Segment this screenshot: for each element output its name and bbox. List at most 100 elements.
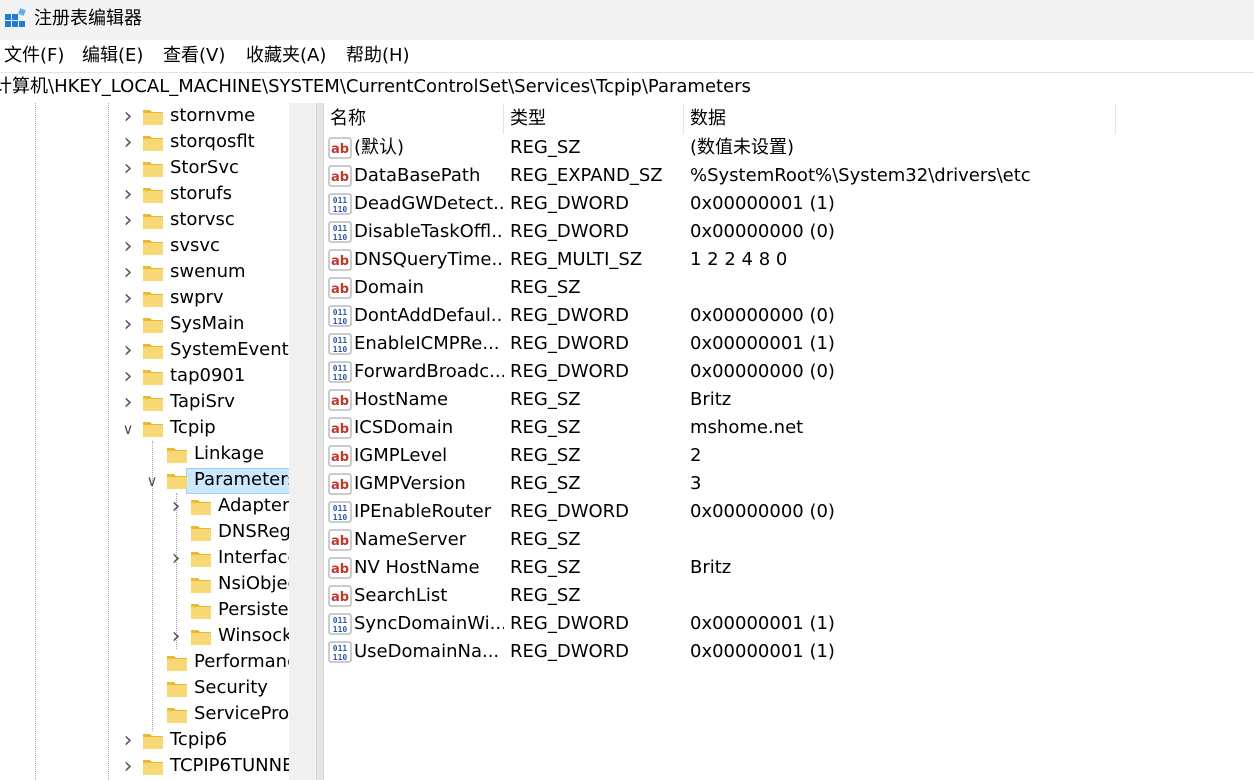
collapsed-chevron-icon[interactable]: › xyxy=(120,728,136,754)
svg-text:110: 110 xyxy=(333,233,348,242)
string-value-icon: ab xyxy=(328,529,352,551)
tree-node-tcpip6[interactable]: › Tcpip6 xyxy=(120,728,316,754)
collapsed-chevron-icon[interactable]: › xyxy=(120,182,136,208)
value-row[interactable]: ab ICSDomain REG_SZ mshome.net xyxy=(324,414,1254,442)
tree-node-systemevents[interactable]: › SystemEvents xyxy=(120,338,316,364)
folder-icon xyxy=(143,422,163,437)
collapsed-chevron-icon[interactable]: › xyxy=(120,286,136,312)
value-row[interactable]: 011 110 ForwardBroadc... REG_DWORD 0x0000000… xyxy=(324,358,1254,386)
folder-icon xyxy=(191,552,211,567)
key-tree-pane[interactable]: › stornvme › storqosflt › StorSvc › storufs › sto… xyxy=(0,103,316,780)
tree-node-storufs[interactable]: › storufs xyxy=(120,182,316,208)
collapsed-chevron-icon[interactable]: › xyxy=(120,312,136,338)
value-name: NV HostName xyxy=(354,557,480,578)
value-name: HostName xyxy=(354,389,449,410)
value-data: 0x00000001 (1) xyxy=(690,613,835,634)
value-row[interactable]: 011 110 IPEnableRouter REG_DWORD 0x00000000 … xyxy=(324,498,1254,526)
menu-help[interactable]: 帮助(H) xyxy=(346,45,410,67)
collapsed-chevron-icon[interactable]: › xyxy=(120,260,136,286)
tree-node-storqosflt[interactable]: › storqosflt xyxy=(120,130,316,156)
value-row[interactable]: ab SearchList REG_SZ xyxy=(324,582,1254,610)
expanded-chevron-icon[interactable]: ∨ xyxy=(144,468,160,494)
tree-node-swprv[interactable]: › swprv xyxy=(120,286,316,312)
menu-view[interactable]: 查看(V) xyxy=(163,45,225,67)
value-name: ForwardBroadc... xyxy=(354,361,504,382)
folder-icon xyxy=(167,656,187,671)
tree-node-sysmain[interactable]: › SysMain xyxy=(120,312,316,338)
column-header-data[interactable]: 数据 xyxy=(684,103,1116,134)
menu-favorites[interactable]: 收藏夹(A) xyxy=(246,45,326,67)
value-row[interactable]: ab NV HostName REG_SZ Britz xyxy=(324,554,1254,582)
tree-node-tcpip[interactable]: ∨ Tcpip xyxy=(120,416,316,442)
value-row[interactable]: ab IGMPVersion REG_SZ 3 xyxy=(324,470,1254,498)
collapsed-chevron-icon[interactable]: › xyxy=(120,364,136,390)
collapsed-chevron-icon[interactable]: › xyxy=(120,156,136,182)
value-row[interactable]: ab NameServer REG_SZ xyxy=(324,526,1254,554)
folder-icon xyxy=(143,396,163,411)
collapsed-chevron-icon[interactable]: › xyxy=(120,104,136,130)
value-data: 0x00000001 (1) xyxy=(690,641,835,662)
collapsed-chevron-icon[interactable]: › xyxy=(168,494,184,520)
value-row[interactable]: 011 110 DeadGWDetect... REG_DWORD 0x00000001… xyxy=(324,190,1254,218)
value-row[interactable]: ab (默认) REG_SZ (数值未设置) xyxy=(324,134,1254,162)
binary-value-icon: 011110 xyxy=(328,333,352,355)
values-list-pane[interactable]: 名称 类型 数据 ab (默认) REG_SZ (数值未设置) ab DataBasePa… xyxy=(324,103,1254,780)
collapsed-chevron-icon[interactable]: › xyxy=(120,130,136,156)
value-row[interactable]: 011 110 DisableTaskOffl... REG_DWORD 0x00000… xyxy=(324,218,1254,246)
tree-horizontal-scroll-area[interactable] xyxy=(289,103,316,780)
collapsed-chevron-icon[interactable]: › xyxy=(120,234,136,260)
value-data: 0x00000000 (0) xyxy=(690,361,835,382)
value-row[interactable]: 011 110 SyncDomainWi... REG_DWORD 0x00000001… xyxy=(324,610,1254,638)
tree-node-tcpip6tunnel[interactable]: › TCPIP6TUNNEL xyxy=(120,754,316,780)
value-row[interactable]: 011 110 EnableICMPRe... REG_DWORD 0x00000001… xyxy=(324,330,1254,358)
tree-node-label: tap0901 xyxy=(170,365,246,386)
tree-node-tapisrv[interactable]: › TapiSrv xyxy=(120,390,316,416)
expanded-chevron-icon[interactable]: ∨ xyxy=(120,416,136,442)
folder-icon xyxy=(167,448,187,463)
address-path[interactable]: 计算机\HKEY_LOCAL_MACHINE\SYSTEM\CurrentCon… xyxy=(0,76,751,98)
tree-node-swenum[interactable]: › swenum xyxy=(120,260,316,286)
tree-node-svsvc[interactable]: › svsvc xyxy=(120,234,316,260)
value-row[interactable]: 011 110 UseDomainNa... REG_DWORD 0x00000001 … xyxy=(324,638,1254,666)
tree-node-storsvc[interactable]: › StorSvc xyxy=(120,156,316,182)
value-row[interactable]: ab DataBasePath REG_EXPAND_SZ %SystemRoot%\… xyxy=(324,162,1254,190)
value-data: 0x00000001 (1) xyxy=(690,333,835,354)
value-row[interactable]: ab Domain REG_SZ xyxy=(324,274,1254,302)
value-type: REG_DWORD xyxy=(510,641,630,662)
tree-node-label: storufs xyxy=(170,183,232,204)
folder-icon xyxy=(143,734,163,749)
value-name: EnableICMPRe... xyxy=(354,333,500,354)
binary-value-icon: 011110 xyxy=(328,501,352,523)
value-type: REG_DWORD xyxy=(510,193,630,214)
tree-node-stornvme[interactable]: › stornvme xyxy=(120,104,316,130)
collapsed-chevron-icon[interactable]: › xyxy=(120,208,136,234)
value-name: IGMPLevel xyxy=(354,445,448,466)
tree-node-label: Tcpip6 xyxy=(170,729,228,750)
folder-icon xyxy=(191,500,211,515)
string-value-icon: ab xyxy=(328,277,352,299)
value-name: DeadGWDetect... xyxy=(354,193,504,214)
address-bar[interactable]: 计算机\HKEY_LOCAL_MACHINE\SYSTEM\CurrentCon… xyxy=(0,72,1254,104)
menu-edit[interactable]: 编辑(E) xyxy=(82,45,143,67)
tree-node-label: swenum xyxy=(170,261,246,282)
folder-icon xyxy=(143,266,163,281)
tree-node-tap0901[interactable]: › tap0901 xyxy=(120,364,316,390)
collapsed-chevron-icon[interactable]: › xyxy=(120,390,136,416)
value-row[interactable]: ab DNSQueryTime... REG_MULTI_SZ 1 2 2 4 8 0 xyxy=(324,246,1254,274)
string-value-icon: ab xyxy=(328,249,352,271)
tree-node-storvsc[interactable]: › storvsc xyxy=(120,208,316,234)
column-header-type[interactable]: 类型 xyxy=(504,103,684,134)
value-name: DontAddDefaul... xyxy=(354,305,504,326)
value-row[interactable]: ab IGMPLevel REG_SZ 2 xyxy=(324,442,1254,470)
collapsed-chevron-icon[interactable]: › xyxy=(120,754,136,780)
tree-node-label: Tcpip xyxy=(170,417,216,438)
value-row[interactable]: 011 110 DontAddDefaul... REG_DWORD 0x0000000… xyxy=(324,302,1254,330)
collapsed-chevron-icon[interactable]: › xyxy=(168,624,184,650)
menu-file[interactable]: 文件(F) xyxy=(4,45,64,67)
value-type: REG_DWORD xyxy=(510,613,630,634)
collapsed-chevron-icon[interactable]: › xyxy=(168,546,184,572)
collapsed-chevron-icon[interactable]: › xyxy=(120,338,136,364)
value-row[interactable]: ab HostName REG_SZ Britz xyxy=(324,386,1254,414)
column-header-name[interactable]: 名称 xyxy=(324,103,504,134)
pane-splitter[interactable] xyxy=(316,103,324,780)
